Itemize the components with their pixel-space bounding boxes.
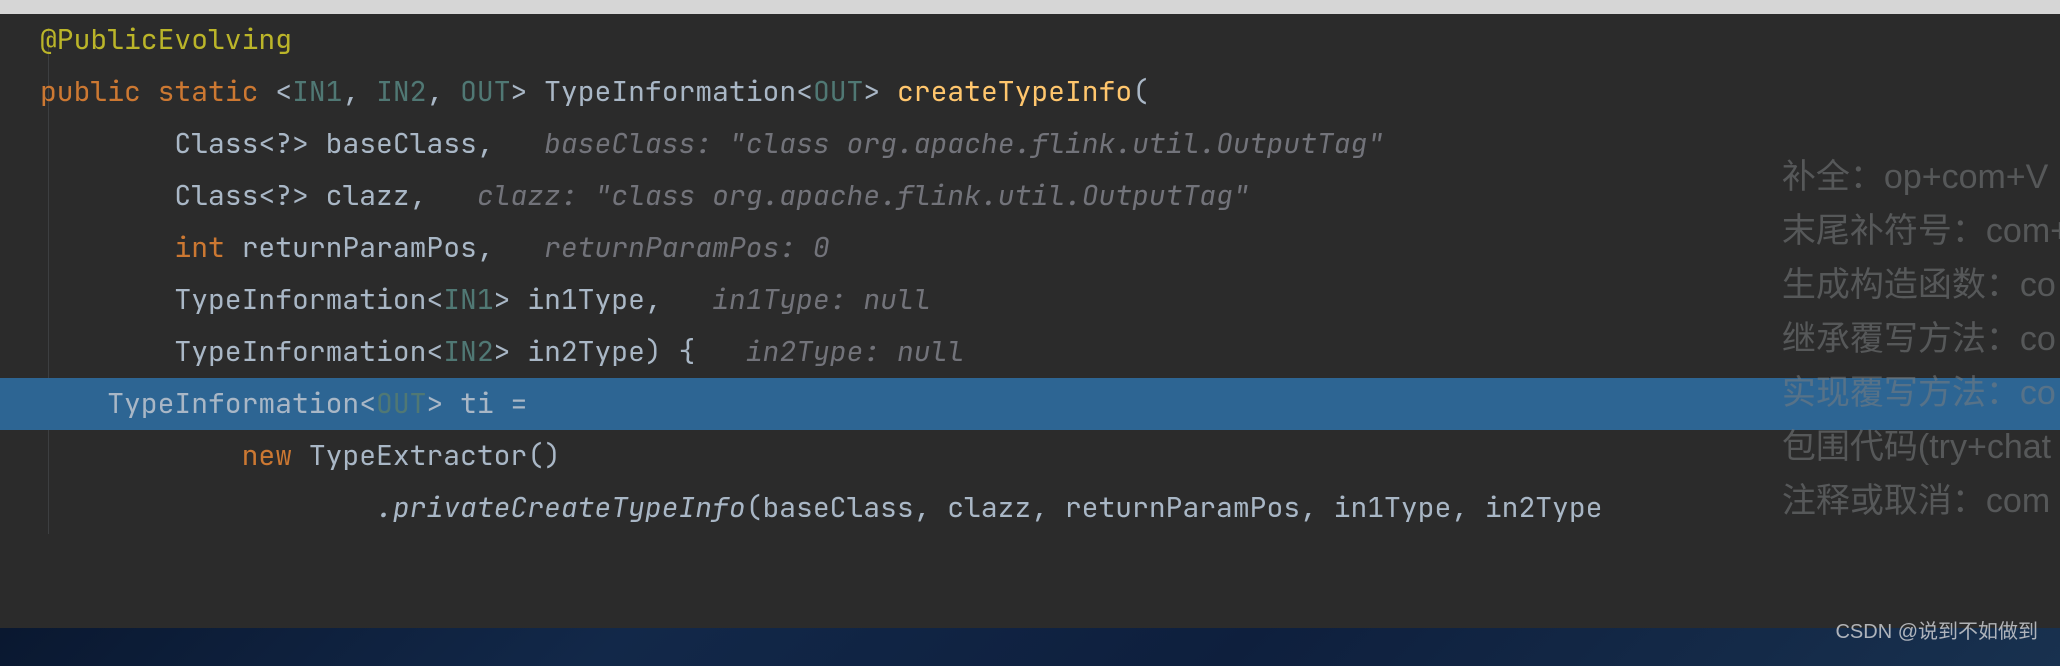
inline-hint-label: returnParamPos: (544, 229, 796, 266)
angle-close: > (863, 73, 880, 110)
code-line[interactable]: public static <IN1, IN2, OUT> TypeInform… (40, 66, 2060, 118)
generic-ref: OUT (376, 385, 426, 422)
code-line[interactable]: TypeInformation<IN2> in2Type) { in2Type:… (40, 326, 2060, 378)
param-name: returnParamPos (242, 229, 477, 266)
generic-in1: IN1 (292, 73, 342, 110)
angle-open: < (275, 73, 292, 110)
param-type: Class (174, 125, 258, 162)
param-name: baseClass (326, 125, 477, 162)
inline-hint-value: "class org.apache.flink.util.OutputTag" (729, 125, 1384, 162)
code-line[interactable]: int returnParamPos, returnParamPos: 0 (40, 222, 2060, 274)
angle-open: < (796, 73, 813, 110)
keyword-public: public (40, 73, 141, 110)
execution-line[interactable]: TypeInformation<OUT> ti = (0, 378, 2060, 430)
window-titlebar-strip (0, 0, 2060, 14)
param-type: Class (174, 177, 258, 214)
comma: , (342, 73, 376, 110)
brace-open: { (679, 333, 696, 370)
code-editor[interactable]: @PublicEvolving public static <IN1, IN2,… (0, 14, 2060, 534)
generic-ref: IN1 (443, 281, 493, 318)
wildcard: <?> (258, 177, 308, 214)
paren-open: ( (1132, 73, 1149, 110)
local-type: TypeInformation (107, 385, 359, 422)
keyword-static: static (158, 73, 259, 110)
local-var: ti (460, 385, 494, 422)
comma: , (477, 229, 494, 266)
angle-close: > (511, 73, 528, 110)
comma: , (477, 125, 494, 162)
code-line[interactable]: new TypeExtractor() (40, 430, 2060, 482)
comma: , (645, 281, 662, 318)
comma: , (426, 73, 460, 110)
inline-hint-label: in1Type: (712, 281, 846, 318)
angle-open: < (359, 385, 376, 422)
annotation: @PublicEvolving (40, 21, 292, 58)
inline-hint-label: baseClass: (544, 125, 712, 162)
paren-open: ( (527, 437, 544, 474)
inline-hint-value: null (897, 333, 964, 370)
code-line[interactable]: .privateCreateTypeInfo(baseClass, clazz,… (40, 482, 2060, 534)
param-type: TypeInformation (174, 333, 426, 370)
param-name: in1Type (527, 281, 645, 318)
param-type: int (174, 229, 224, 266)
inline-hint-value: null (863, 281, 930, 318)
inline-hint-value: 0 (813, 229, 830, 266)
call-args: baseClass, clazz, returnParamPos, in1Typ… (762, 489, 1602, 526)
keyword-new: new (242, 437, 292, 474)
angle-close: > (426, 385, 443, 422)
angle-close: > (494, 281, 511, 318)
ctor-name: TypeExtractor (309, 437, 527, 474)
watermark: CSDN @说到不如做到 (1835, 606, 2038, 658)
wildcard: <?> (258, 125, 308, 162)
param-name: clazz (326, 177, 410, 214)
paren-close: ) (645, 333, 662, 370)
equals: = (494, 385, 528, 422)
method-call: .privateCreateTypeInfo (376, 489, 746, 526)
inline-hint-label: in2Type: (746, 333, 880, 370)
angle-open: < (426, 281, 443, 318)
inline-hint-value: "class org.apache.flink.util.OutputTag" (595, 177, 1250, 214)
desktop-strip (0, 628, 2060, 666)
generic-ref: IN2 (443, 333, 493, 370)
paren-close: ) (544, 437, 561, 474)
code-line[interactable]: @PublicEvolving (40, 14, 2060, 66)
paren-open: ( (746, 489, 763, 526)
param-type: TypeInformation (174, 281, 426, 318)
generic-out: OUT (460, 73, 510, 110)
generic-in2: IN2 (376, 73, 426, 110)
angle-open: < (426, 333, 443, 370)
generic-out: OUT (813, 73, 863, 110)
code-line[interactable]: Class<?> baseClass, baseClass: "class or… (40, 118, 2060, 170)
inline-hint-label: clazz: (477, 177, 578, 214)
method-name: createTypeInfo (897, 73, 1132, 110)
angle-close: > (494, 333, 511, 370)
code-line[interactable]: Class<?> clazz, clazz: "class org.apache… (40, 170, 2060, 222)
comma: , (410, 177, 427, 214)
code-line[interactable]: TypeInformation<IN1> in1Type, in1Type: n… (40, 274, 2060, 326)
return-type: TypeInformation (544, 73, 796, 110)
param-name: in2Type (527, 333, 645, 370)
